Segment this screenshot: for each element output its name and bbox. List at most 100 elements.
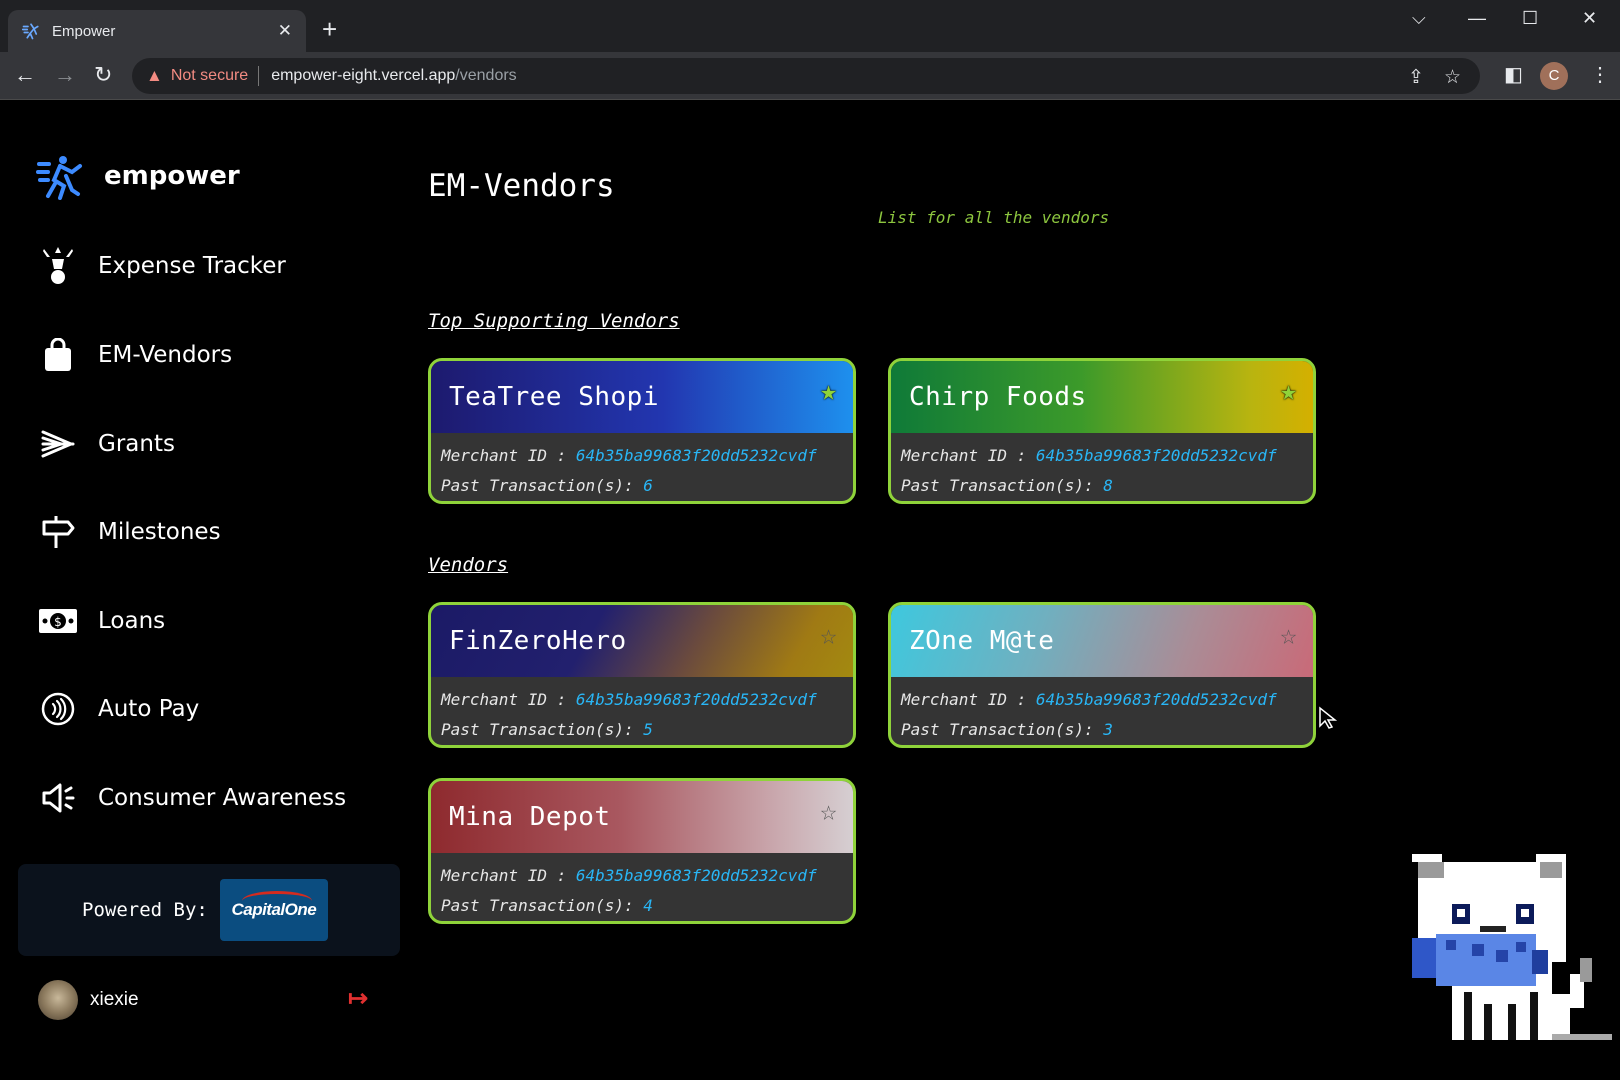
browser-tabstrip: Empower ✕ + ⌵ — ☐ ✕ [0, 0, 1620, 52]
tab-title: Empower [52, 22, 116, 40]
star-filled-icon[interactable]: ★ [1280, 377, 1297, 405]
vendor-card-chirp-foods[interactable]: Chirp Foods ★ Merchant ID : 64b35ba99683… [888, 358, 1316, 504]
browser-toolbar: ← → ↻ ▲ Not secure empower-eight.vercel.… [0, 52, 1620, 100]
sidebar-item-label: Grants [98, 431, 175, 457]
user-profile[interactable]: xiexie [38, 980, 139, 1020]
svg-text:$: $ [54, 615, 62, 629]
sidebar-item-label: Loans [98, 608, 166, 634]
minimize-icon[interactable]: — [1468, 8, 1486, 29]
merchant-id-value: 64b35ba99683f20dd5232cvdf [575, 866, 817, 885]
page-subtitle: List for all the vendors [878, 208, 1110, 227]
contactless-icon [36, 689, 80, 729]
vendor-card-header: ZOne M@te ☆ [891, 605, 1313, 677]
powered-by-panel: Powered By: CapitalOne [18, 864, 400, 956]
maximize-icon[interactable]: ☐ [1522, 8, 1538, 29]
vendors-heading: Vendors [428, 554, 509, 576]
vendor-card-header: TeaTree Shopi ★ [431, 361, 853, 433]
forward-icon[interactable]: → [54, 63, 76, 87]
merchant-id-value: 64b35ba99683f20dd5232cvdf [575, 446, 817, 465]
merchant-id-label: Merchant ID : [901, 690, 1027, 709]
sidebar-item-auto-pay[interactable]: Auto Pay [36, 687, 199, 731]
empower-favicon-icon [21, 22, 40, 40]
merchant-id-label: Merchant ID : [441, 690, 567, 709]
new-tab-button[interactable]: + [322, 16, 337, 42]
sidebar-item-consumer-awareness[interactable]: Consumer Awareness [36, 776, 346, 820]
address-bar[interactable]: ▲ Not secure empower-eight.vercel.app/ve… [132, 58, 1480, 94]
star-outline-icon[interactable]: ☆ [1280, 621, 1297, 649]
side-panel-icon[interactable]: ◧ [1504, 63, 1523, 87]
sidebar-item-expense-tracker[interactable]: Expense Tracker [36, 244, 286, 288]
empower-logo-icon [36, 152, 84, 200]
window-close-icon[interactable]: ✕ [1582, 8, 1597, 29]
expense-tracker-icon [36, 246, 80, 286]
star-outline-icon[interactable]: ☆ [820, 621, 837, 649]
grants-icon [36, 424, 80, 464]
star-outline-icon[interactable]: ☆ [820, 797, 837, 825]
vendor-name: Mina Depot [449, 802, 611, 832]
vendor-card-finzerohero[interactable]: FinZeroHero ☆ Merchant ID : 64b35ba99683… [428, 602, 856, 748]
profile-avatar[interactable]: C [1540, 62, 1568, 90]
vendor-card-mina-depot[interactable]: Mina Depot ☆ Merchant ID : 64b35ba99683f… [428, 778, 856, 924]
tab-search-icon[interactable]: ⌵ [1412, 8, 1426, 29]
logout-icon[interactable]: ↦ [348, 984, 368, 1013]
user-name: xiexie [90, 989, 139, 1010]
security-label[interactable]: Not secure [171, 67, 248, 85]
merchant-id-value: 64b35ba99683f20dd5232cvdf [1035, 690, 1277, 709]
omnibox-separator [258, 66, 260, 86]
reload-icon[interactable]: ↻ [94, 63, 112, 87]
sidebar-item-loans[interactable]: $ Loans [36, 599, 165, 643]
transactions-value: 6 [643, 476, 653, 495]
transactions-label: Past Transaction(s): [441, 720, 634, 739]
back-icon[interactable]: ← [14, 63, 36, 87]
avatar [38, 980, 78, 1020]
tab-close-icon[interactable]: ✕ [278, 21, 292, 41]
transactions-value: 5 [643, 720, 653, 739]
sidebar-item-label: Auto Pay [98, 696, 200, 722]
transactions-value: 8 [1103, 476, 1113, 495]
browser-menu-icon[interactable]: ⋮ [1590, 62, 1610, 87]
sidebar-item-label: Milestones [98, 519, 221, 545]
merchant-id-value: 64b35ba99683f20dd5232cvdf [1035, 446, 1277, 465]
money-icon: $ [36, 601, 80, 641]
sidebar-item-label: EM-Vendors [98, 342, 233, 368]
pixel-cat-mascot-icon[interactable] [1412, 854, 1612, 1046]
vendor-card-teatree-shopi[interactable]: TeaTree Shopi ★ Merchant ID : 64b35ba996… [428, 358, 856, 504]
vendor-name: FinZeroHero [449, 626, 627, 656]
transactions-label: Past Transaction(s): [901, 476, 1094, 495]
star-filled-icon[interactable]: ★ [820, 377, 837, 405]
vendor-card-body: Merchant ID : 64b35ba99683f20dd5232cvdf … [431, 677, 853, 745]
sidebar-item-label: Expense Tracker [98, 253, 286, 279]
sidebar-item-em-vendors[interactable]: EM-Vendors [36, 333, 232, 377]
vendor-card-header: FinZeroHero ☆ [431, 605, 853, 677]
page-title: EM-Vendors [428, 168, 615, 204]
brand-name: empower [104, 161, 240, 191]
merchant-id-label: Merchant ID : [441, 866, 567, 885]
bookmark-star-icon[interactable]: ☆ [1444, 66, 1461, 89]
vendor-card-zone-mate[interactable]: ZOne M@te ☆ Merchant ID : 64b35ba99683f2… [888, 602, 1316, 748]
vendor-card-body: Merchant ID : 64b35ba99683f20dd5232cvdf … [431, 433, 853, 501]
sidebar-item-milestones[interactable]: Milestones [36, 510, 221, 554]
capital-one-logo[interactable]: CapitalOne [219, 879, 328, 941]
transactions-label: Past Transaction(s): [901, 720, 1094, 739]
brand-logo[interactable]: empower [36, 152, 240, 200]
url-host: empower-eight.vercel.app [271, 67, 456, 84]
browser-tab[interactable]: Empower ✕ [8, 10, 306, 52]
merchant-id-label: Merchant ID : [901, 446, 1027, 465]
mouse-cursor-icon [1319, 706, 1338, 729]
transactions-value: 3 [1103, 720, 1113, 739]
top-vendors-heading: Top Supporting Vendors [428, 310, 680, 332]
share-icon[interactable]: ⇪ [1408, 66, 1424, 89]
vendor-name: Chirp Foods [909, 382, 1087, 412]
merchant-id-label: Merchant ID : [441, 446, 567, 465]
sidebar-item-grants[interactable]: Grants [36, 422, 175, 466]
shopping-bag-icon [36, 335, 80, 375]
transactions-label: Past Transaction(s): [441, 476, 634, 495]
transactions-label: Past Transaction(s): [441, 896, 634, 915]
vendor-card-header: Mina Depot ☆ [431, 781, 853, 853]
vendor-card-body: Merchant ID : 64b35ba99683f20dd5232cvdf … [431, 853, 853, 921]
warning-icon: ▲ [146, 66, 163, 85]
vendor-name: TeaTree Shopi [449, 382, 659, 412]
capital-one-swoosh [241, 891, 312, 911]
vendor-card-body: Merchant ID : 64b35ba99683f20dd5232cvdf … [891, 677, 1313, 745]
merchant-id-value: 64b35ba99683f20dd5232cvdf [575, 690, 817, 709]
